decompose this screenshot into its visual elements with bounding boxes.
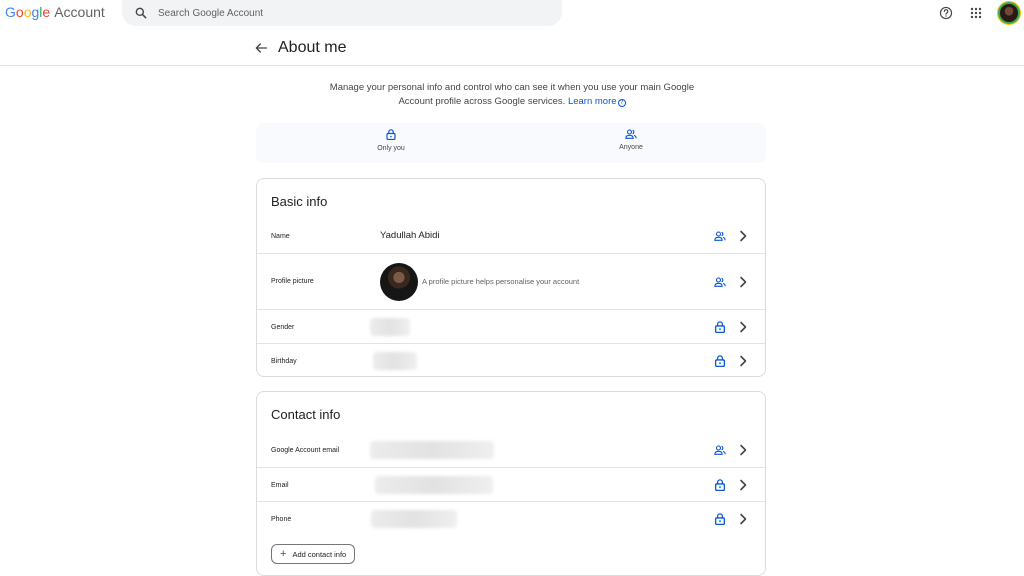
search-icon <box>135 7 147 19</box>
intro-text: Manage your personal info and control wh… <box>329 82 695 107</box>
logo-product-name: Account <box>54 4 105 20</box>
basic-info-row-gender[interactable]: Gender <box>257 309 765 343</box>
learn-more-link[interactable]: Learn more? <box>568 96 626 107</box>
chevron-right-icon[interactable] <box>737 230 749 242</box>
lock-icon <box>714 355 726 367</box>
plus-icon: + <box>280 548 287 560</box>
page-header: About me <box>0 26 1024 66</box>
chevron-right-icon[interactable] <box>737 444 749 456</box>
top-bar: Google Account <box>0 0 1024 26</box>
people-icon <box>625 129 637 139</box>
chevron-right-icon[interactable] <box>737 276 749 288</box>
contact-info-row-phone[interactable]: Phone <box>257 501 765 535</box>
intro-text-block: Manage your personal info and control wh… <box>320 81 704 109</box>
basic-info-row-name[interactable]: Name Yadullah Abidi <box>257 219 765 253</box>
basic-info-row-profile-picture[interactable]: Profile picture A profile picture helps … <box>257 253 765 309</box>
logo-letter: e <box>42 4 51 20</box>
learn-more-label: Learn more <box>567 96 617 107</box>
blurred-value <box>375 476 493 494</box>
chevron-right-icon[interactable] <box>737 321 749 333</box>
chevron-right-icon[interactable] <box>737 355 749 367</box>
row-label: Profile picture <box>271 278 314 285</box>
legend-only-you-label: Only you <box>377 145 405 152</box>
row-value: A profile picture helps personalise your… <box>422 277 580 286</box>
chevron-right-icon[interactable] <box>737 479 749 491</box>
row-label: Birthday <box>271 358 297 365</box>
lock-icon <box>714 479 726 491</box>
lock-icon <box>714 513 726 525</box>
help-icon[interactable] <box>938 5 954 21</box>
basic-info-row-birthday[interactable]: Birthday <box>257 343 765 377</box>
blurred-value <box>370 441 494 459</box>
profile-picture <box>380 263 418 301</box>
row-label: Gender <box>271 324 295 331</box>
logo-letter: G <box>5 4 16 20</box>
people-icon <box>714 231 726 241</box>
search-bar[interactable] <box>122 0 562 26</box>
blurred-value <box>373 352 417 370</box>
contact-info-row-email[interactable]: Email <box>257 467 765 501</box>
legend-anyone: Anyone <box>571 129 691 151</box>
row-label: Google Account email <box>271 447 340 454</box>
row-value: Yadullah Abidi <box>380 230 440 241</box>
logo-letter: o <box>15 4 24 20</box>
google-account-logo[interactable]: Google Account <box>5 4 105 20</box>
people-icon <box>714 445 726 455</box>
add-contact-info-button[interactable]: + Add contact info <box>271 544 356 564</box>
people-icon <box>714 277 726 287</box>
lock-icon <box>386 129 396 140</box>
legend-only-you: Only you <box>331 129 451 152</box>
info-icon: ? <box>617 99 626 107</box>
visibility-legend: Only you Anyone <box>256 123 766 163</box>
row-label: Email <box>271 482 289 489</box>
top-right-icons <box>938 2 1020 24</box>
chevron-right-icon[interactable] <box>737 513 749 525</box>
contact-info-title: Contact info <box>271 407 341 422</box>
contact-info-card: Contact info Google Account email Email … <box>256 391 766 576</box>
legend-anyone-label: Anyone <box>619 144 643 151</box>
back-arrow-icon[interactable] <box>253 40 269 56</box>
page-title: About me <box>278 39 347 56</box>
basic-info-title: Basic info <box>271 194 328 209</box>
basic-info-card: Basic info Name Yadullah Abidi Profile p… <box>256 178 766 377</box>
row-label: Name <box>271 233 290 240</box>
avatar[interactable] <box>998 2 1020 24</box>
blurred-value <box>370 318 410 336</box>
contact-info-row-google-email[interactable]: Google Account email <box>257 433 765 467</box>
blurred-value <box>371 510 457 528</box>
add-contact-info-label: Add contact info <box>292 549 347 559</box>
row-label: Phone <box>271 516 292 523</box>
lock-icon <box>714 321 726 333</box>
apps-grid-icon[interactable] <box>968 5 984 21</box>
search-input[interactable] <box>158 7 518 19</box>
